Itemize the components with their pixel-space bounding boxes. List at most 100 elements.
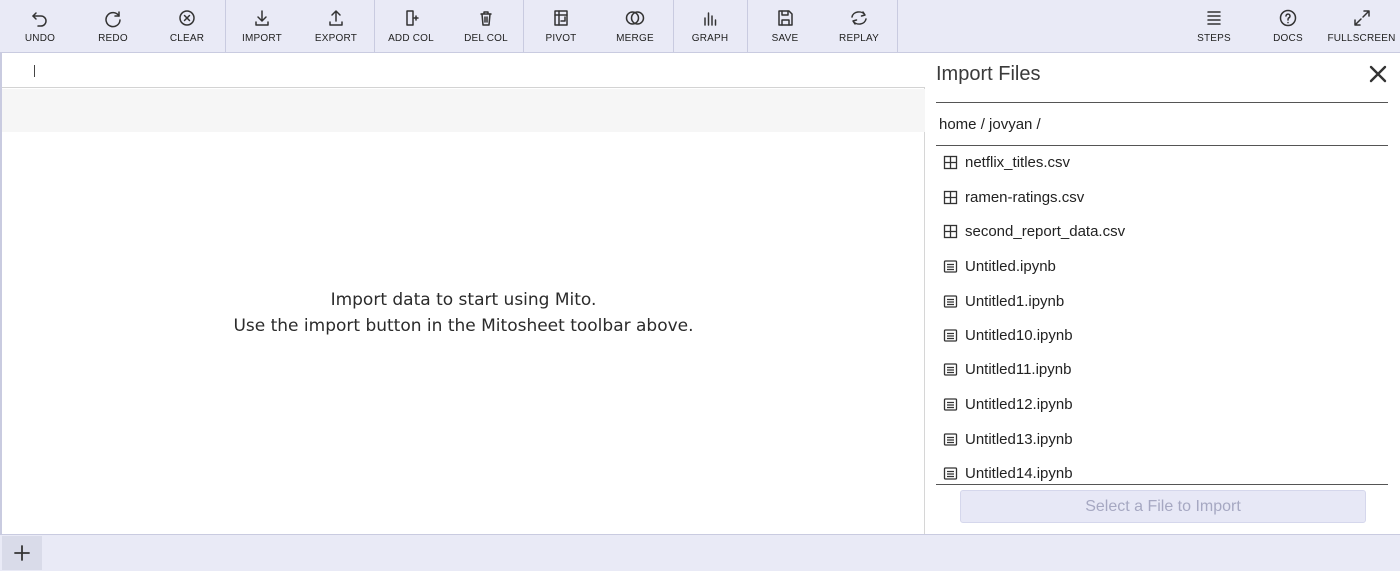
delete-column-button[interactable]: DEL COL: [461, 0, 511, 52]
file-name: Untitled10.ipynb: [965, 326, 1073, 344]
import-button[interactable]: IMPORT: [237, 0, 287, 52]
file-name: Untitled11.ipynb: [965, 360, 1072, 378]
import-icon: [255, 10, 269, 26]
divider: [936, 102, 1388, 103]
toolbar-divider: [225, 0, 226, 52]
file-name: netflix_titles.csv: [965, 153, 1071, 171]
sheet-area: Import data to start using Mito. Use the…: [0, 53, 925, 534]
toolbar-divider: [523, 0, 524, 52]
file-item[interactable]: ramen-ratings.csv: [936, 179, 1388, 215]
notebook-file-icon: [943, 466, 958, 480]
undo-label: UNDO: [24, 33, 56, 44]
pivot-label: PIVOT: [545, 33, 577, 44]
steps-label: STEPS: [1197, 33, 1231, 44]
csv-table-icon: [943, 224, 958, 238]
merge-label: MERGE: [616, 33, 654, 44]
merge-button[interactable]: MERGE: [610, 0, 660, 52]
file-item[interactable]: Untitled.ipynb: [936, 248, 1388, 284]
steps-button[interactable]: STEPS: [1189, 0, 1239, 52]
steps-icon: [1207, 11, 1221, 25]
sheet-tab-bar: [0, 534, 1400, 571]
notebook-file-icon: [943, 432, 958, 446]
fullscreen-label: FULLSCREEN: [1327, 33, 1396, 44]
column-header-strip: [2, 89, 925, 132]
empty-message-line-2: Use the import button in the Mitosheet t…: [233, 316, 694, 336]
redo-label: REDO: [98, 33, 128, 44]
close-icon: [1369, 65, 1387, 83]
file-name: ramen-ratings.csv: [965, 188, 1085, 206]
file-name: second_report_data.csv: [965, 222, 1126, 240]
redo-icon: [105, 11, 121, 28]
text-cursor: [34, 65, 35, 77]
delete-column-icon: [480, 11, 492, 26]
notebook-file-icon: [943, 362, 958, 376]
file-item[interactable]: Untitled1.ipynb: [936, 283, 1388, 319]
undo-button[interactable]: UNDO: [15, 0, 65, 52]
import-files-panel: Import Files home / jovyan / netflix_tit…: [926, 53, 1400, 534]
export-icon: [329, 10, 343, 26]
undo-icon: [32, 12, 47, 27]
file-item[interactable]: Untitled10.ipynb: [936, 317, 1388, 353]
toolbar-divider: [747, 0, 748, 52]
clear-label: CLEAR: [169, 33, 205, 44]
docs-label: DOCS: [1273, 33, 1303, 44]
file-item[interactable]: netflix_titles.csv: [936, 146, 1388, 178]
add-column-label: ADD COL: [388, 33, 434, 44]
toolbar: UNDO REDO CLEAR IMPORT EXPORT ADD COL DE…: [0, 0, 1400, 53]
redo-button[interactable]: REDO: [88, 0, 138, 52]
toolbar-divider: [374, 0, 375, 52]
notebook-file-icon: [943, 328, 958, 342]
divider: [936, 484, 1388, 485]
formula-bar[interactable]: [2, 53, 925, 88]
file-item[interactable]: Untitled11.ipynb: [936, 351, 1388, 387]
toolbar-divider: [673, 0, 674, 52]
add-sheet-button[interactable]: [2, 536, 42, 570]
pivot-button[interactable]: PIVOT: [536, 0, 586, 52]
save-label: SAVE: [771, 33, 799, 44]
delete-column-label: DEL COL: [464, 33, 508, 44]
clear-button[interactable]: CLEAR: [162, 0, 212, 52]
file-item[interactable]: Untitled13.ipynb: [936, 421, 1388, 457]
csv-table-icon: [943, 155, 958, 169]
file-item[interactable]: Untitled12.ipynb: [936, 386, 1388, 422]
add-column-button[interactable]: ADD COL: [386, 0, 436, 52]
replay-button[interactable]: REPLAY: [834, 0, 884, 52]
save-button[interactable]: SAVE: [760, 0, 810, 52]
notebook-file-icon: [943, 397, 958, 411]
breadcrumb[interactable]: home / jovyan /: [939, 116, 1041, 133]
docs-button[interactable]: DOCS: [1263, 0, 1313, 52]
file-list[interactable]: netflix_titles.csv ramen-ratings.csv sec…: [936, 146, 1388, 484]
notebook-file-icon: [943, 259, 958, 273]
close-panel-button[interactable]: [1366, 62, 1390, 86]
export-button[interactable]: EXPORT: [311, 0, 361, 52]
fullscreen-button[interactable]: FULLSCREEN: [1327, 0, 1396, 52]
file-name: Untitled13.ipynb: [965, 430, 1073, 448]
docs-icon: [1279, 9, 1297, 27]
save-icon: [778, 10, 793, 26]
clear-icon: [179, 10, 195, 26]
file-name: Untitled.ipynb: [965, 257, 1056, 275]
fullscreen-icon: [1353, 10, 1370, 26]
panel-title: Import Files: [936, 63, 1041, 85]
notebook-file-icon: [943, 294, 958, 308]
graph-label: GRAPH: [691, 33, 729, 44]
file-name: Untitled1.ipynb: [965, 292, 1065, 310]
merge-icon: [625, 11, 645, 25]
file-name: Untitled14.ipynb: [965, 464, 1073, 482]
empty-message-line-1: Import data to start using Mito.: [330, 290, 597, 310]
graph-icon: [704, 12, 717, 26]
toolbar-divider: [897, 0, 898, 52]
file-name: Untitled12.ipynb: [965, 395, 1073, 413]
file-item[interactable]: Untitled14.ipynb: [936, 455, 1388, 484]
export-label: EXPORT: [314, 33, 358, 44]
graph-button[interactable]: GRAPH: [685, 0, 735, 52]
pivot-icon: [554, 10, 568, 26]
select-file-to-import-button[interactable]: Select a File to Import: [960, 490, 1366, 523]
add-column-icon: [406, 10, 419, 26]
csv-table-icon: [943, 190, 958, 204]
plus-icon: [14, 545, 30, 561]
replay-label: REPLAY: [839, 33, 879, 44]
file-item[interactable]: second_report_data.csv: [936, 213, 1388, 249]
empty-sheet-message: Import data to start using Mito. Use the…: [2, 287, 925, 339]
import-label: IMPORT: [242, 33, 282, 44]
